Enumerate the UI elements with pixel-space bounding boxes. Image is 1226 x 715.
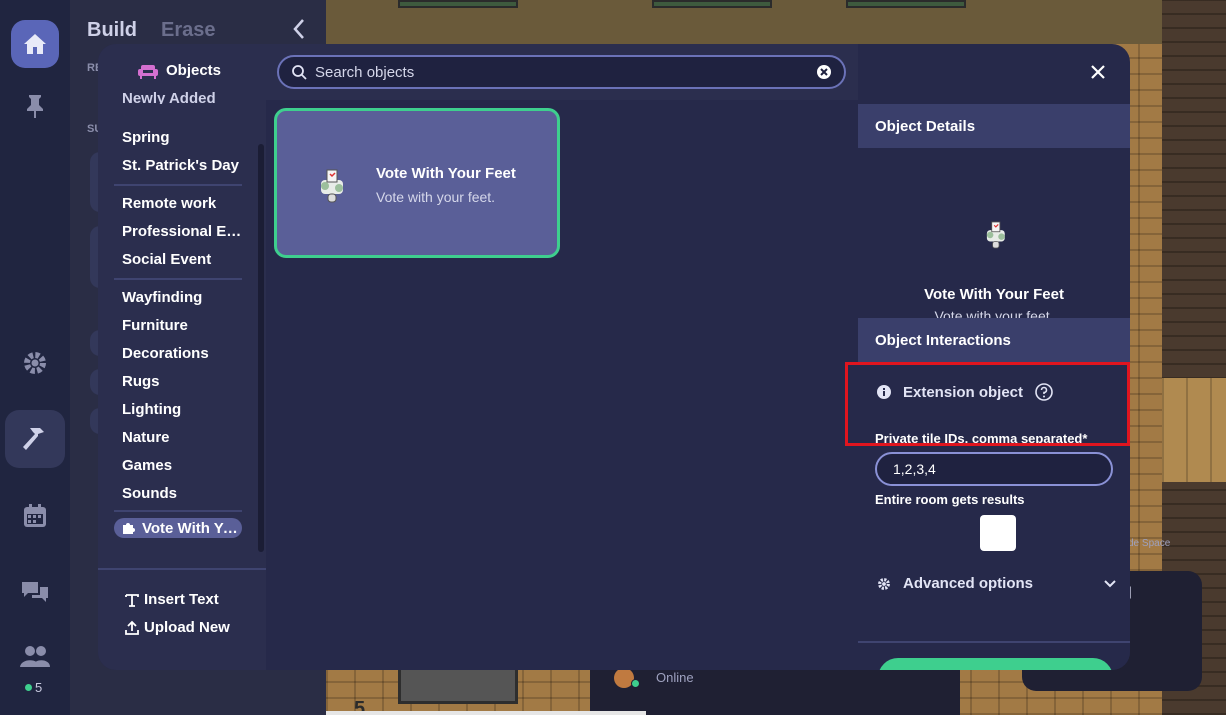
divider — [858, 641, 1130, 643]
category-rugs[interactable]: Rugs — [122, 373, 242, 390]
online-count-text: 5 — [35, 680, 43, 695]
category-nature[interactable]: Nature — [122, 429, 242, 446]
search-bar — [266, 44, 858, 100]
private-tile-ids-label: Private tile IDs, comma separated* — [875, 431, 1088, 446]
puzzle-icon — [123, 523, 135, 534]
category-sounds[interactable]: Sounds — [122, 485, 242, 502]
nav-rail: 5 — [0, 0, 70, 715]
private-tile-ids-input[interactable] — [875, 452, 1113, 486]
category-remote-work[interactable]: Remote work — [122, 195, 242, 212]
close-button[interactable] — [1088, 62, 1108, 82]
search-box[interactable] — [277, 55, 846, 89]
home-button[interactable] — [11, 20, 59, 68]
map-floor-right — [1162, 378, 1226, 482]
hammer-icon — [23, 428, 44, 450]
clear-search-icon[interactable] — [816, 64, 832, 80]
category-decorations[interactable]: Decorations — [122, 345, 242, 362]
divider — [114, 510, 242, 512]
upload-icon — [125, 620, 139, 635]
object-result-card[interactable]: Vote With Your Feet Vote with your feet. — [274, 108, 560, 258]
category-lighting[interactable]: Lighting — [122, 401, 242, 418]
category-list: Newly Added Spring St. Patrick's Day Rem… — [114, 92, 242, 562]
category-spring[interactable]: Spring — [122, 129, 242, 146]
category-professional-events[interactable]: Professional Ev... — [122, 223, 242, 240]
divider — [114, 278, 242, 280]
people-button[interactable] — [11, 632, 59, 680]
entire-room-results-label: Entire room gets results — [875, 492, 1025, 507]
help-icon[interactable] — [1035, 383, 1053, 401]
chevron-down-icon — [1104, 579, 1116, 587]
tab-erase[interactable]: Erase — [161, 19, 216, 42]
text-icon — [125, 593, 139, 607]
object-title: Vote With Your Feet — [376, 165, 516, 182]
map-wall — [326, 0, 1162, 44]
divider — [114, 184, 242, 186]
category-newly-added[interactable]: Newly Added — [122, 92, 242, 104]
people-icon — [20, 646, 50, 667]
sofa-icon — [138, 64, 158, 79]
home-icon — [24, 34, 46, 54]
category-st-patricks-day[interactable]: St. Patrick's Day — [122, 157, 242, 174]
objects-title: Objects — [166, 62, 222, 79]
vote-object-icon — [315, 166, 347, 211]
pin-button[interactable] — [11, 82, 59, 130]
online-count: 5 — [24, 680, 42, 695]
chat-button[interactable] — [11, 568, 59, 616]
gear-icon — [878, 577, 890, 590]
extension-object-label: Extension object — [903, 383, 1024, 401]
category-social-event[interactable]: Social Event — [122, 251, 242, 268]
object-picker-modal: Objects Newly Added Spring St. Patrick's… — [98, 44, 1130, 670]
object-interactions-heading: Object Interactions — [858, 318, 1130, 362]
advanced-options-toggle[interactable]: Advanced options — [877, 575, 1117, 592]
advanced-options-label: Advanced options — [903, 575, 1034, 592]
settings-button[interactable] — [11, 339, 59, 387]
detail-object-title: Vote With Your Feet — [924, 286, 1064, 303]
category-wayfinding[interactable]: Wayfinding — [122, 289, 242, 306]
extension-object-row: Extension object — [877, 383, 1053, 401]
search-input[interactable] — [315, 63, 816, 81]
object-details-heading: Object Details — [858, 104, 1130, 148]
close-icon — [1091, 65, 1105, 79]
upload-new-label: Upload New — [144, 619, 230, 636]
calendar-button[interactable] — [11, 492, 59, 540]
calendar-icon — [24, 504, 46, 527]
category-furniture[interactable]: Furniture — [122, 317, 242, 334]
category-games[interactable]: Games — [122, 457, 242, 474]
pin-icon — [27, 95, 43, 118]
online-status-dot — [631, 679, 640, 688]
category-sidebar: Objects Newly Added Spring St. Patrick's… — [98, 44, 266, 670]
space-label: de Space — [1128, 538, 1171, 549]
map-desk — [398, 664, 518, 704]
upload-new-button[interactable]: Upload New — [124, 619, 230, 636]
search-icon — [292, 65, 307, 80]
selected-category-label: Vote With Yo... — [142, 519, 242, 537]
select-button[interactable]: Select — [878, 658, 1113, 670]
collapse-icon[interactable] — [292, 18, 306, 46]
divider — [98, 568, 266, 570]
category-vote-with-your-feet[interactable]: Vote With Yo... — [114, 518, 242, 538]
vote-object-preview-icon — [982, 218, 1008, 257]
tab-build[interactable]: Build — [87, 19, 137, 42]
insert-text-button[interactable]: Insert Text — [124, 591, 219, 608]
gear-icon — [24, 352, 46, 374]
build-button[interactable] — [5, 410, 65, 468]
object-details-panel: Object Details Vote With Your Feet Vote … — [858, 100, 1130, 670]
chat-icon — [22, 582, 48, 602]
insert-text-label: Insert Text — [144, 591, 219, 608]
online-status-label: Online — [656, 670, 694, 685]
category-scrollbar[interactable] — [258, 144, 264, 552]
objects-header: Objects — [138, 62, 221, 79]
object-description: Vote with your feet. — [376, 189, 496, 205]
info-icon — [877, 385, 891, 399]
entire-room-results-checkbox[interactable] — [980, 515, 1016, 551]
